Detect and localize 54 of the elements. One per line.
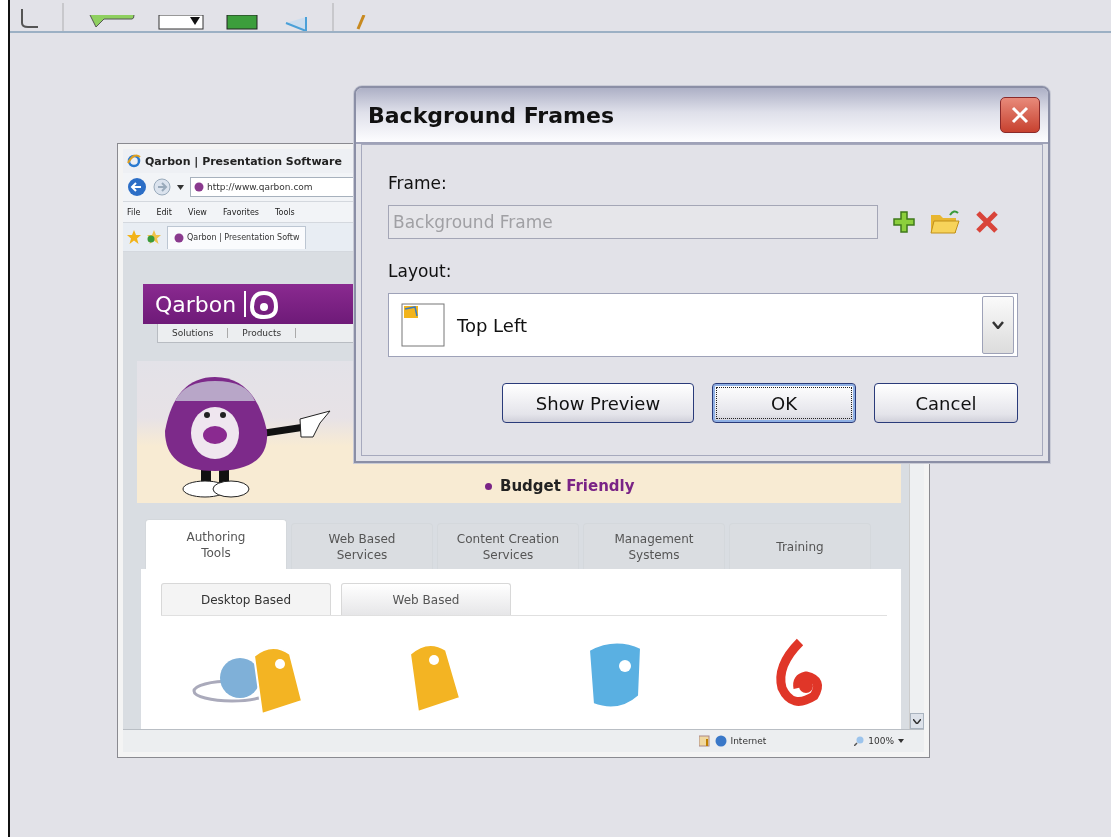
scroll-down-button[interactable]: [910, 713, 924, 729]
forward-icon: [153, 178, 171, 196]
nav-item[interactable]: Products: [228, 328, 297, 338]
site-logo: Qarbon: [155, 291, 237, 317]
pencil-icon: [356, 15, 366, 31]
sub-tab[interactable]: Desktop Based: [161, 583, 331, 615]
logo-mark-icon: [244, 289, 279, 319]
zoom-icon: [854, 736, 865, 746]
add-button[interactable]: [892, 210, 916, 234]
menu-item[interactable]: Tools: [275, 207, 295, 217]
zone-text: Internet: [730, 736, 767, 746]
site-icon: [194, 182, 204, 192]
plus-icon: [892, 210, 916, 234]
layout-dropdown[interactable]: Top Left: [388, 293, 1018, 357]
category-tab[interactable]: Web Based Services: [291, 523, 433, 569]
caret-icon: [898, 739, 904, 743]
dialog-title: Background Frames: [368, 102, 614, 128]
open-folder-button[interactable]: [930, 209, 960, 235]
delete-button[interactable]: [974, 209, 1000, 235]
menu-item[interactable]: Favorites: [222, 207, 259, 217]
bullet-icon: [485, 482, 492, 490]
nav-item[interactable]: Solutions: [158, 328, 229, 338]
dialog-button[interactable]: Cancel: [874, 383, 1018, 423]
browser-title: Qarbon | Presentation Software: [145, 154, 342, 168]
layout-icon: [401, 303, 445, 347]
category-tab[interactable]: Training: [729, 523, 871, 569]
field-label: Layout:: [388, 261, 453, 281]
sub-tab[interactable]: Web Based: [341, 583, 511, 615]
browser-tab[interactable]: Qarbon | Presentation Softw: [167, 225, 307, 249]
category-tab[interactable]: Authoring Tools: [145, 519, 287, 569]
category-tab[interactable]: Management Systems: [583, 523, 725, 569]
zoom-level[interactable]: 100%: [868, 736, 894, 746]
star-icon: [127, 230, 141, 244]
dropdown-icon: [158, 15, 204, 31]
browser-logo-icon: [127, 154, 141, 168]
back-icon: [127, 177, 147, 197]
category-tab[interactable]: Content Creation Services: [437, 523, 579, 569]
dialog-button[interactable]: OK: [712, 383, 856, 423]
menu-item[interactable]: Edit: [156, 207, 172, 217]
delete-icon: [974, 209, 1000, 235]
site-icon: [174, 232, 184, 243]
caret-icon: [992, 321, 1004, 329]
close-icon: [1010, 105, 1030, 125]
add-favorite-icon: [147, 230, 161, 244]
close-button[interactable]: [1000, 97, 1040, 133]
caret-icon: [177, 184, 184, 190]
caret-icon: [913, 718, 921, 724]
folder-icon: [930, 209, 960, 235]
menu-item[interactable]: File: [127, 207, 141, 217]
globe-icon: [714, 735, 727, 747]
feature-text: Budget Friendly: [500, 477, 635, 495]
menu-item[interactable]: View: [187, 207, 207, 217]
warning-icon: [698, 735, 711, 747]
dialog-button[interactable]: Show Preview: [502, 383, 694, 423]
